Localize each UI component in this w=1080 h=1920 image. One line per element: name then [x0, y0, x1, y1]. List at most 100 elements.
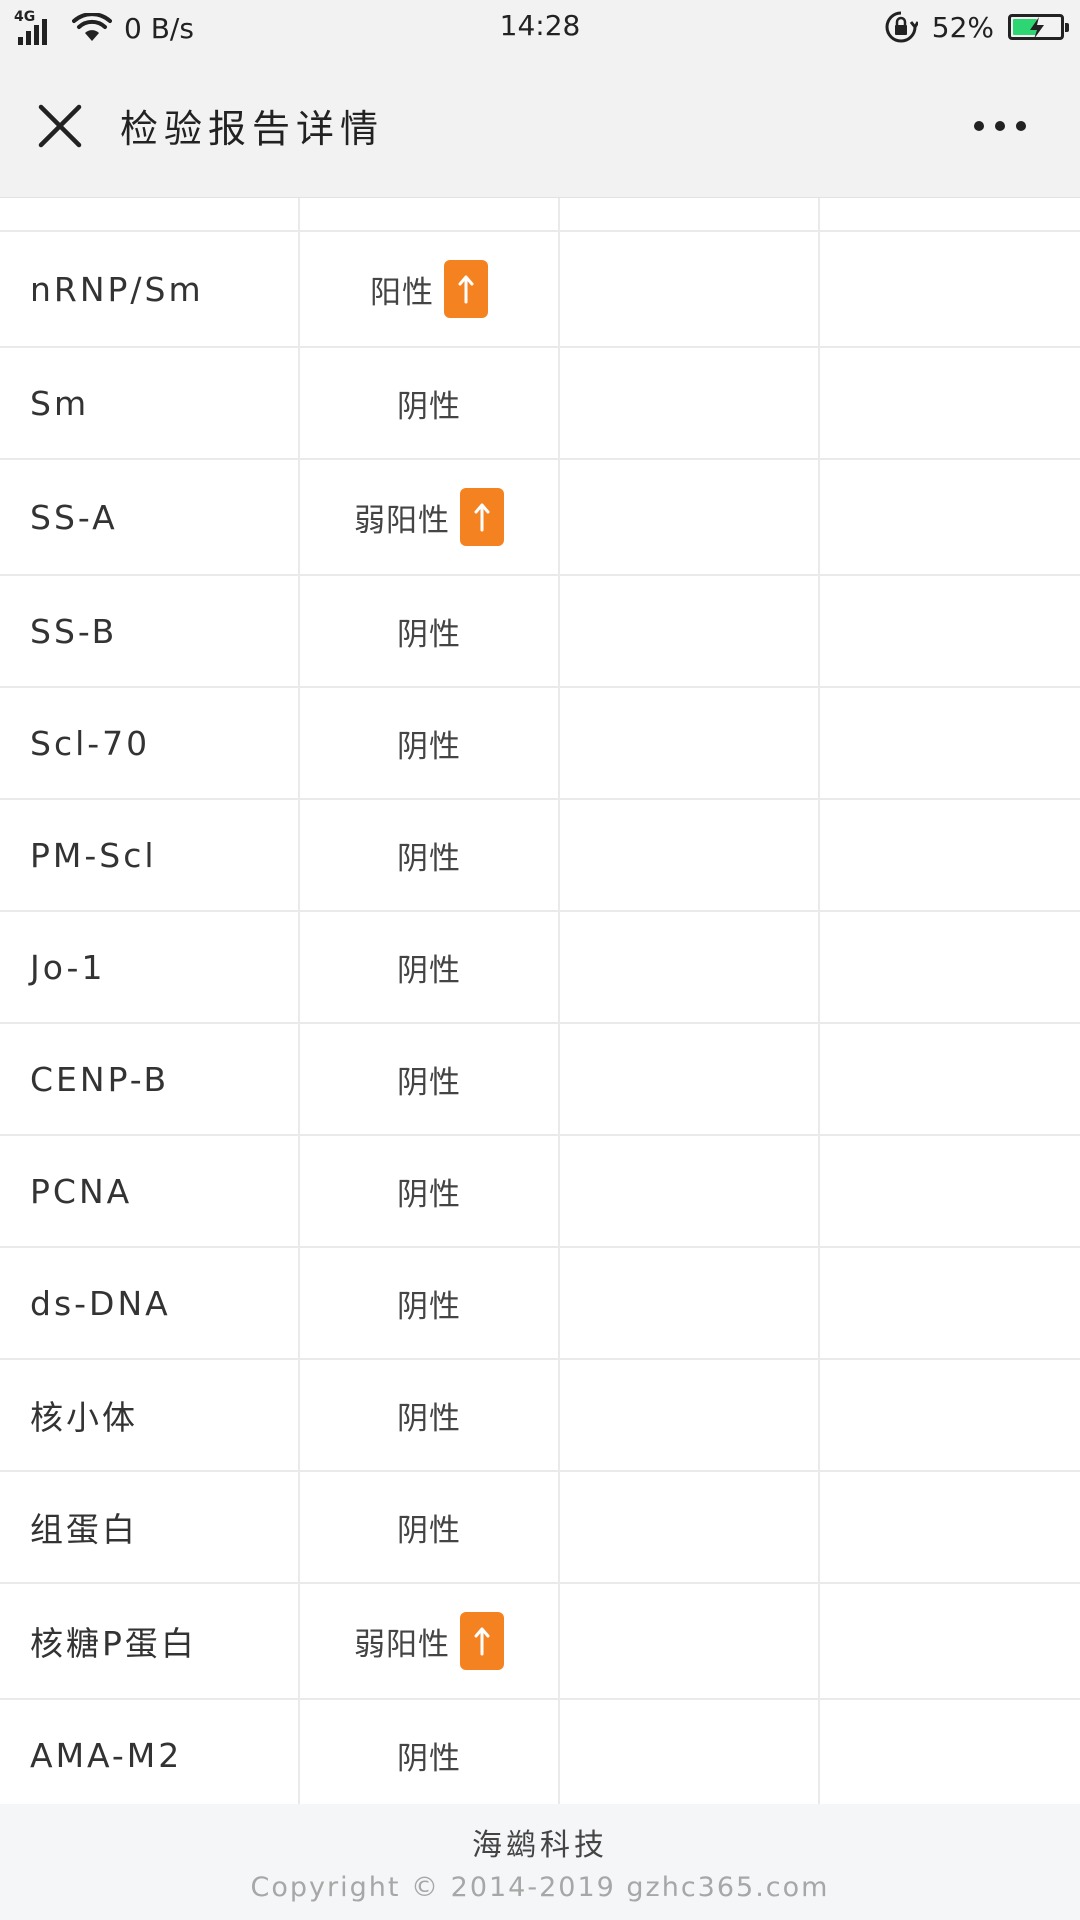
table-row: 核糖P蛋白 弱阳性 ↑: [0, 1584, 1080, 1700]
result-value: 阳性: [370, 274, 434, 311]
more-button[interactable]: [960, 86, 1040, 166]
result-value: 阴性: [397, 388, 461, 425]
table-row: CENP-B 阴性: [0, 1024, 1080, 1136]
item-name-cell: Scl-70: [0, 688, 298, 798]
table-row: Scl-70 阴性: [0, 688, 1080, 800]
footer: 海鹚科技 Copyright © 2014-2019 gzhc365.com: [0, 1804, 1080, 1920]
rotation-lock-icon: [885, 11, 918, 43]
unit-cell: [818, 800, 1080, 910]
table-row: PCNA 阴性: [0, 1136, 1080, 1248]
result-cell: 阴性: [298, 1360, 558, 1470]
arrow-up-icon: ↑: [474, 503, 490, 532]
close-icon: [38, 104, 82, 148]
result-value: 阴性: [397, 728, 461, 765]
reference-cell: [558, 232, 818, 346]
footer-copyright: Copyright © 2014-2019 gzhc365.com: [250, 1872, 830, 1903]
result-value: 阴性: [397, 840, 461, 877]
abnormal-high-badge: ↑: [460, 1612, 504, 1670]
unit-cell: [818, 1584, 1080, 1698]
item-name-cell: SS-A: [0, 460, 298, 574]
unit-cell: [818, 688, 1080, 798]
results-table: nRNP/Sm阳性↑Sm阴性SS-A弱阳性↑SS-B阴性Scl-70阴性PM-S…: [0, 198, 1080, 1812]
item-name-cell: nRNP/Sm: [0, 232, 298, 346]
unit-cell: [818, 1700, 1080, 1810]
table-row: PM-Scl 阴性: [0, 800, 1080, 912]
title-bar: 检验报告详情: [0, 54, 1080, 198]
result-value: 阴性: [397, 952, 461, 989]
result-cell: 阴性: [298, 688, 558, 798]
unit-cell: [818, 1248, 1080, 1358]
battery-percent: 52%: [931, 10, 994, 44]
item-name: CENP-B: [30, 1059, 170, 1099]
item-name-cell: ds-DNA: [0, 1248, 298, 1358]
result-cell: 阴性: [298, 1024, 558, 1134]
result-value: 阴性: [397, 1288, 461, 1325]
result-cell: 阴性: [298, 800, 558, 910]
unit-cell: [818, 1472, 1080, 1582]
table-row: AMA-M2 阴性: [0, 1700, 1080, 1812]
result-cell: 弱阳性 ↑: [298, 460, 558, 574]
result-cell: 阴性: [298, 1472, 558, 1582]
reference-cell: [558, 1360, 818, 1470]
reference-cell: [558, 460, 818, 574]
result-cell: 阴性: [298, 1248, 558, 1358]
unit-cell: [818, 1136, 1080, 1246]
item-name-cell: 组蛋白: [0, 1472, 298, 1582]
reference-cell: [558, 800, 818, 910]
more-icon: [974, 121, 1026, 131]
close-button[interactable]: [20, 86, 100, 166]
abnormal-high-badge: ↑: [444, 260, 488, 318]
table-row: [0, 198, 1080, 232]
result-value: 阴性: [397, 616, 461, 653]
result-value: 阴性: [397, 1512, 461, 1549]
item-name-cell: 核小体: [0, 1360, 298, 1470]
table-row: 组蛋白 阴性: [0, 1472, 1080, 1584]
result-cell: 阳性 ↑: [298, 232, 558, 346]
reference-cell: [558, 348, 818, 458]
item-name: 组蛋白: [30, 1510, 138, 1549]
result-value: 弱阳性: [354, 502, 450, 539]
item-name: 核糖P蛋白: [30, 1624, 197, 1663]
item-name-cell: 核糖P蛋白: [0, 1584, 298, 1698]
item-name-cell: SS-B: [0, 576, 298, 686]
unit-cell: [818, 576, 1080, 686]
unit-cell: [818, 348, 1080, 458]
table-row: ds-DNA 阴性: [0, 1248, 1080, 1360]
unit-cell: [818, 460, 1080, 574]
table-row: 核小体 阴性: [0, 1360, 1080, 1472]
reference-cell: [558, 1700, 818, 1810]
result-cell: 阴性: [298, 576, 558, 686]
arrow-up-icon: ↑: [458, 275, 474, 304]
item-name-cell: AMA-M2: [0, 1700, 298, 1810]
unit-cell: [818, 232, 1080, 346]
result-cell: 阴性: [298, 1700, 558, 1810]
status-bar: 4G 0 B/s 14:28 52%: [0, 0, 1080, 54]
item-name: ds-DNA: [30, 1283, 171, 1323]
item-name: SS-B: [30, 611, 118, 651]
result-cell: 阴性: [298, 348, 558, 458]
abnormal-high-badge: ↑: [460, 488, 504, 546]
unit-cell: [818, 1024, 1080, 1134]
item-name-cell: PCNA: [0, 1136, 298, 1246]
item-name-cell: PM-Scl: [0, 800, 298, 910]
status-right: 52%: [884, 8, 1069, 46]
reference-cell: [558, 1472, 818, 1582]
result-value: 阴性: [397, 1400, 461, 1437]
result-value: 弱阳性: [354, 1626, 450, 1663]
item-name: 核小体: [30, 1398, 138, 1437]
result-value: 阴性: [397, 1740, 461, 1777]
result-cell: 阴性: [298, 1136, 558, 1246]
reference-cell: [558, 198, 818, 230]
reference-cell: [558, 1584, 818, 1698]
table-row: SS-B 阴性: [0, 576, 1080, 688]
result-cell: 弱阳性 ↑: [298, 1584, 558, 1698]
item-name-cell: CENP-B: [0, 1024, 298, 1134]
table-row: Sm 阴性: [0, 348, 1080, 460]
table-row: SS-A 弱阳性 ↑: [0, 460, 1080, 576]
item-name: Scl-70: [30, 723, 151, 763]
item-name: nRNP/Sm: [30, 269, 204, 309]
reference-cell: [558, 576, 818, 686]
result-cell: 阴性: [298, 912, 558, 1022]
unit-cell: [818, 912, 1080, 1022]
item-name: Sm: [30, 383, 90, 423]
